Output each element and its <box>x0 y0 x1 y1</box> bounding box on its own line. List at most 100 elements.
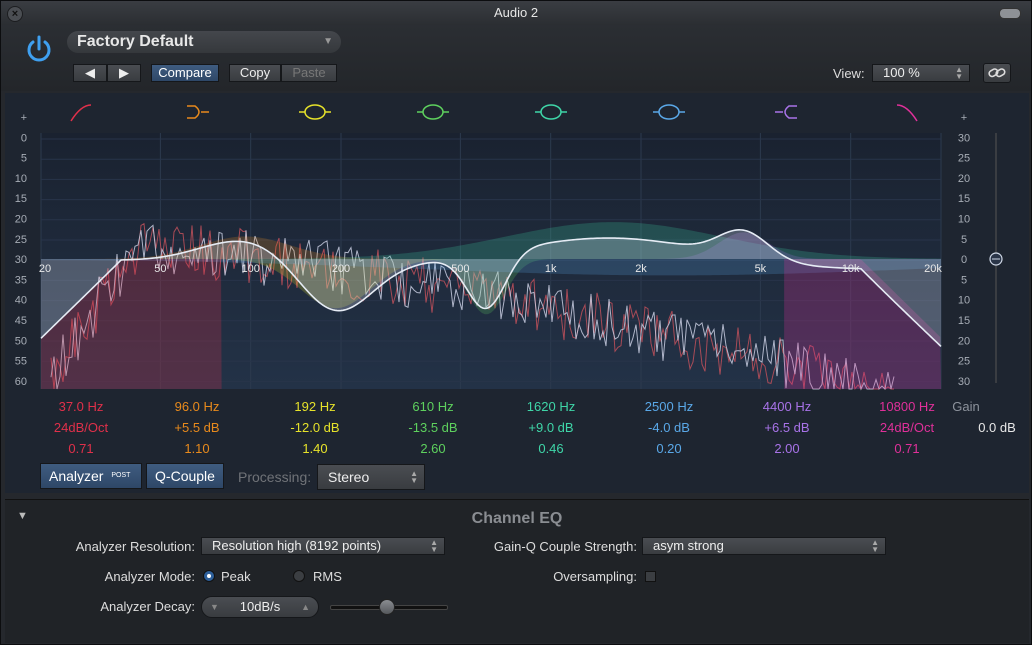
post-badge: POST <box>111 472 131 479</box>
link-button[interactable] <box>983 63 1011 83</box>
oversampling-checkbox[interactable] <box>645 571 656 582</box>
band-1-gain[interactable]: 24dB/Oct <box>26 420 136 435</box>
analyzer-decay-label: Analyzer Decay: <box>100 599 195 614</box>
left-scale-tick: 15 <box>15 193 27 205</box>
freq-axis-label: 500 <box>451 263 469 275</box>
band-3-gain[interactable]: -12.0 dB <box>260 420 370 435</box>
peak-label: Peak <box>221 569 251 584</box>
paste-button[interactable]: Paste <box>281 64 337 82</box>
lowshelf-handle <box>187 105 209 119</box>
band-1-q[interactable]: 0.71 <box>26 441 136 456</box>
decrement-icon[interactable]: ▼ <box>210 597 219 617</box>
gain-value[interactable]: 0.0 dB <box>967 420 1027 435</box>
chevron-left-icon: ◀ <box>85 65 95 80</box>
freq-axis-label: 1k <box>545 263 557 275</box>
preset-menu[interactable]: Factory Default ▼ <box>67 31 341 53</box>
band-6-q[interactable]: 0.20 <box>614 441 724 456</box>
collapse-button[interactable] <box>999 8 1021 19</box>
left-scale-tick: 30 <box>15 254 27 266</box>
compare-button[interactable]: Compare <box>151 64 219 82</box>
left-scale-tick: 0 <box>21 132 27 144</box>
freq-axis-label: 200 <box>332 263 350 275</box>
peak-radio[interactable] <box>203 570 215 582</box>
band-7-gain[interactable]: +6.5 dB <box>732 420 842 435</box>
right-scale-tick: 5 <box>961 234 967 246</box>
gain-q-couple-select[interactable]: asym strong ▲ ▼ <box>642 537 886 555</box>
right-scale-tick: 30 <box>958 132 970 144</box>
master-gain-slider[interactable] <box>989 133 1003 383</box>
band-6-gain[interactable]: -4.0 dB <box>614 420 724 435</box>
band-1-freq[interactable]: 37.0 Hz <box>26 399 136 414</box>
rms-radio[interactable] <box>293 570 305 582</box>
freq-axis-label: 50 <box>154 263 166 275</box>
band-5-freq[interactable]: 1620 Hz <box>496 399 606 414</box>
peak-band-handle <box>304 104 326 120</box>
peak-band-handle <box>422 104 444 120</box>
previous-preset-button[interactable]: ◀ <box>73 64 107 82</box>
left-scale-tick: 60 <box>15 376 27 388</box>
analyzer-button[interactable]: Analyzer POST <box>40 463 142 489</box>
q-couple-button[interactable]: Q-Couple <box>146 463 224 489</box>
gain-q-couple-label: Gain-Q Couple Strength: <box>493 539 637 554</box>
band-2-gain[interactable]: +5.5 dB <box>142 420 252 435</box>
power-icon[interactable] <box>21 31 57 67</box>
analyzer-mode-label: Analyzer Mode: <box>104 569 195 584</box>
band-3-freq[interactable]: 192 Hz <box>260 399 370 414</box>
band-7-freq[interactable]: 4400 Hz <box>732 399 842 414</box>
copy-button[interactable]: Copy <box>229 64 281 82</box>
band-6-freq[interactable]: 2500 Hz <box>614 399 724 414</box>
right-scale-tick: + <box>961 112 967 124</box>
band-2-q[interactable]: 1.10 <box>142 441 252 456</box>
peak-band-handle <box>540 104 562 120</box>
band-5-gain[interactable]: +9.0 dB <box>496 420 606 435</box>
preset-name: Factory Default <box>77 33 194 50</box>
peak-band-handle <box>658 104 680 120</box>
band-5-q[interactable]: 0.46 <box>496 441 606 456</box>
band-8-q[interactable]: 0.71 <box>852 441 962 456</box>
increment-icon[interactable]: ▲ <box>301 597 310 617</box>
right-scale-tick: 25 <box>958 153 970 165</box>
analyzer-decay-value: 10dB/s <box>239 599 281 614</box>
band-7-q[interactable]: 2.00 <box>732 441 842 456</box>
view-select[interactable]: 100 % ▲ ▼ <box>872 64 970 82</box>
next-preset-button[interactable]: ▶ <box>107 64 141 82</box>
processing-label: Processing: <box>238 469 312 485</box>
analyzer-resolution-label: Analyzer Resolution: <box>75 539 195 554</box>
panel-title: Channel EQ <box>471 510 563 527</box>
slider-knob[interactable] <box>379 599 395 615</box>
freq-axis-label: 2k <box>635 263 647 275</box>
right-scale-tick: 20 <box>958 335 970 347</box>
right-scale-tick: 30 <box>958 376 970 388</box>
left-scale-tick: 40 <box>15 295 27 307</box>
processing-select[interactable]: Stereo ▲ ▼ <box>317 464 425 490</box>
gain-label: Gain <box>952 399 980 414</box>
freq-axis-label: 5k <box>755 263 767 275</box>
highcut-handle <box>896 104 918 122</box>
band-3-q[interactable]: 1.40 <box>260 441 370 456</box>
band-4-freq[interactable]: 610 Hz <box>378 399 488 414</box>
left-scale-tick: 25 <box>15 234 27 246</box>
left-scale-tick: 5 <box>21 153 27 165</box>
left-scale-tick: 50 <box>15 335 27 347</box>
analyzer-resolution-select[interactable]: Resolution high (8192 points) ▲ ▼ <box>201 537 445 555</box>
left-scale-tick: 10 <box>15 173 27 185</box>
right-scale-tick: 10 <box>958 214 970 226</box>
band-4-gain[interactable]: -13.5 dB <box>378 420 488 435</box>
analyzer-decay-field[interactable]: ▼ 10dB/s ▲ <box>201 596 319 618</box>
eq-display[interactable]: +051015202530354045505560- +302520151050… <box>5 93 1029 393</box>
oversampling-label: Oversampling: <box>553 569 637 584</box>
plugin-window: × Audio 2 Factory Default ▼ ◀ ▶ Compare … <box>0 0 1032 645</box>
band-8-gain[interactable]: 24dB/Oct <box>852 420 962 435</box>
eq-graph-area[interactable]: +051015202530354045505560- +302520151050… <box>5 93 1029 493</box>
band-2-freq[interactable]: 96.0 Hz <box>142 399 252 414</box>
view-value: 100 % <box>883 65 920 80</box>
title-bar[interactable]: × Audio 2 <box>1 1 1031 25</box>
highshelf-handle <box>775 105 797 119</box>
freq-axis-label: 20 <box>39 263 51 275</box>
view-label: View: <box>833 66 865 81</box>
right-scale-tick: 15 <box>958 315 970 327</box>
band-handles <box>70 104 918 122</box>
analyzer-resolution-value: Resolution high (8192 points) <box>212 538 382 553</box>
band-4-q[interactable]: 2.60 <box>378 441 488 456</box>
stepper-icon: ▲ ▼ <box>871 538 879 554</box>
